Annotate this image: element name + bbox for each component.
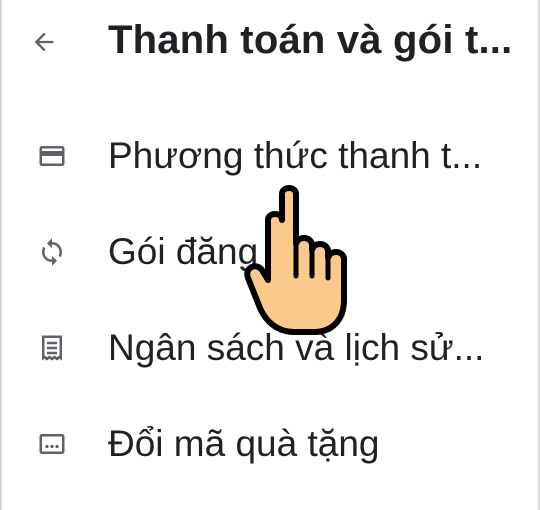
gift-card-icon — [36, 428, 68, 460]
menu-item-budget-history[interactable]: Ngân sách và lịch sử... — [0, 300, 540, 396]
screen: Thanh toán và gói t... Phương thức thanh… — [0, 0, 540, 510]
menu-item-label: Phương thức thanh t... — [108, 135, 483, 176]
menu-item-label: Đổi mã quà tặng — [108, 423, 380, 464]
menu-item-redeem-gift-code[interactable]: Đổi mã quà tặng — [0, 396, 540, 492]
menu-item-subscriptions[interactable]: Gói đăng ký — [0, 204, 540, 300]
menu-item-label: Gói đăng ký — [108, 231, 306, 272]
credit-card-icon — [36, 140, 68, 172]
back-button[interactable] — [22, 22, 66, 62]
receipt-icon — [36, 332, 68, 364]
app-bar: Thanh toán và gói t... — [0, 0, 540, 90]
menu-item-label: Ngân sách và lịch sử... — [108, 327, 485, 368]
menu-item-payment-methods[interactable]: Phương thức thanh t... — [0, 108, 540, 204]
sync-icon — [36, 236, 68, 268]
arrow-left-icon — [34, 32, 54, 52]
page-title: Thanh toán và gói t... — [108, 18, 513, 62]
settings-menu: Phương thức thanh t... Gói đăng ký Ngân … — [0, 108, 540, 492]
